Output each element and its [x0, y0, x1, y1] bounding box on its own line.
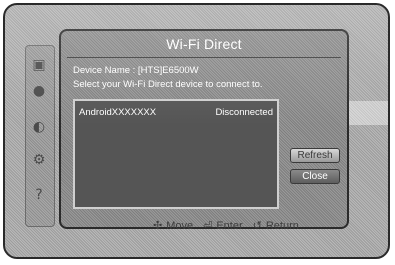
- tv-screen: ▣ ● ◐ ⚙ ? Wi-Fi Direct Device Name : [HT…: [3, 3, 390, 259]
- remote-hints: ✣ Move ⏎ Enter ↺ Return: [153, 219, 299, 232]
- side-menu: ▣ ● ◐ ⚙ ?: [25, 45, 55, 227]
- device-status: Disconnected: [215, 107, 273, 118]
- disc-menu-icon[interactable]: ●: [30, 82, 48, 100]
- move-label: Move: [166, 219, 194, 232]
- enter-label: Enter: [216, 219, 243, 232]
- return-icon: ↺: [252, 219, 262, 232]
- help-menu-icon[interactable]: ?: [30, 186, 48, 204]
- globe-menu-icon[interactable]: ◐: [30, 118, 48, 136]
- title-divider: [67, 57, 341, 58]
- dpad-icon: ✣: [153, 219, 163, 232]
- return-label: Return: [265, 219, 299, 232]
- photo-menu-icon[interactable]: ▣: [30, 56, 48, 74]
- enter-icon: ⏎: [203, 219, 213, 232]
- enter-hint: ⏎ Enter: [203, 219, 243, 232]
- device-row[interactable]: AndroidXXXXXXX Disconnected: [79, 107, 273, 118]
- device-list: AndroidXXXXXXX Disconnected: [73, 99, 279, 209]
- refresh-button[interactable]: Refresh: [290, 148, 340, 163]
- wifi-direct-dialog: Wi-Fi Direct Device Name : [HTS]E6500W S…: [59, 29, 349, 229]
- settings-menu-icon[interactable]: ⚙: [30, 151, 48, 169]
- move-hint: ✣ Move: [153, 219, 193, 232]
- close-button[interactable]: Close: [290, 169, 340, 184]
- instruction-text: Select your Wi-Fi Direct device to conne…: [73, 79, 263, 90]
- device-name-text: Device Name : [HTS]E6500W: [73, 65, 199, 76]
- dialog-title: Wi-Fi Direct: [166, 36, 242, 52]
- device-name: AndroidXXXXXXX: [79, 107, 157, 118]
- return-hint: ↺ Return: [253, 219, 299, 232]
